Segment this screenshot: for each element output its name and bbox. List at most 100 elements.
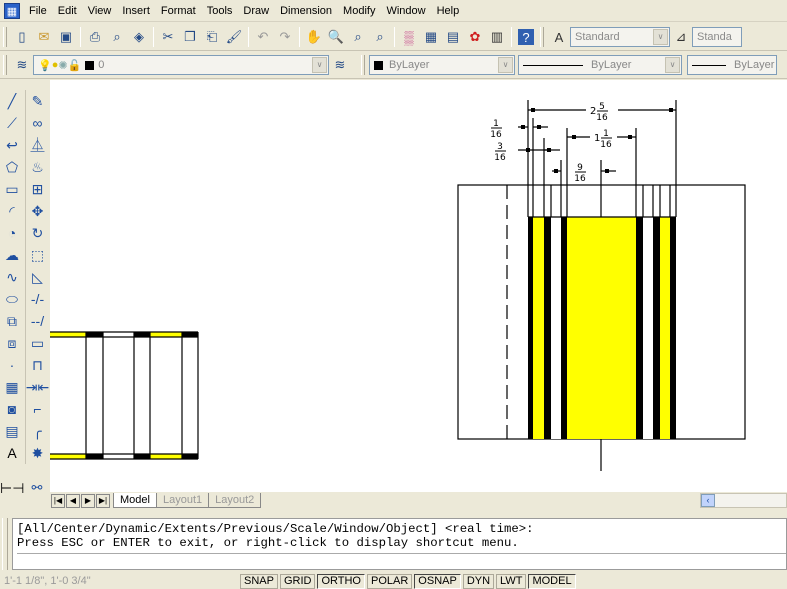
chevron-down-icon[interactable]: ∨ <box>665 57 680 73</box>
toolbar-grip[interactable] <box>361 55 365 75</box>
properties-icon[interactable]: ▒ <box>398 26 420 48</box>
command-grip[interactable] <box>2 518 8 570</box>
scroll-left-icon[interactable]: ‹ <box>701 494 715 507</box>
lock-icon[interactable]: 🔓 <box>68 59 82 72</box>
color-select[interactable]: ByLayer ∨ <box>369 55 515 75</box>
horizontal-scrollbar[interactable]: ‹ <box>700 493 787 508</box>
prev-tab-button[interactable]: ◀ <box>66 493 80 508</box>
menu-help[interactable]: Help <box>432 5 466 17</box>
move-icon[interactable]: ✥ <box>26 200 49 222</box>
quick-dimension-icon[interactable]: ⚯ <box>26 480 48 496</box>
chevron-down-icon[interactable]: ∨ <box>653 29 668 45</box>
markup-icon[interactable]: ✿ <box>464 26 486 48</box>
toolbar-grip[interactable] <box>3 27 7 47</box>
save-icon[interactable]: ▣ <box>55 26 77 48</box>
extend-icon[interactable]: --/ <box>26 310 49 332</box>
drawing-canvas[interactable]: 2 5 16 1 16 3 16 1 1 16 9 16 <box>50 80 787 492</box>
toolbar-grip[interactable] <box>540 27 544 47</box>
copy-icon[interactable]: ❐ <box>179 26 201 48</box>
publish-icon[interactable]: ◈ <box>128 26 150 48</box>
circle-icon[interactable]: ◔ <box>0 222 24 244</box>
break-at-point-icon[interactable]: ▭ <box>26 332 49 354</box>
tab-layout2[interactable]: Layout2 <box>208 493 262 508</box>
mirror-icon[interactable]: ⏅ <box>26 134 49 156</box>
toggle-polar[interactable]: POLAR <box>367 574 413 589</box>
make-object-layer-current-icon[interactable]: ≋ <box>329 54 351 76</box>
viewport-freeze-icon[interactable]: ✺ <box>58 59 67 72</box>
cut-icon[interactable]: ✂ <box>157 26 179 48</box>
last-tab-button[interactable]: ▶| <box>96 493 110 508</box>
arc-icon[interactable]: ◜ <box>0 200 24 222</box>
multiline-text-icon[interactable]: A <box>0 442 24 464</box>
polyline-icon[interactable]: ↩ <box>0 134 24 156</box>
tab-model[interactable]: Model <box>113 493 157 508</box>
menu-tools[interactable]: Tools <box>202 5 239 17</box>
menu-draw[interactable]: Draw <box>238 5 275 17</box>
first-tab-button[interactable]: |◀ <box>51 493 65 508</box>
trim-icon[interactable]: -/- <box>26 288 49 310</box>
rotate-icon[interactable]: ↻ <box>26 222 49 244</box>
toggle-lwt[interactable]: LWT <box>496 574 527 589</box>
zoom-realtime-icon[interactable]: 🔍 <box>325 26 347 48</box>
chamfer-icon[interactable]: ⌐ <box>26 398 49 420</box>
calculator-icon[interactable]: ▥ <box>486 26 508 48</box>
command-line[interactable]: [All/Center/Dynamic/Extents/Previous/Sca… <box>12 518 787 570</box>
polygon-icon[interactable]: ⬠ <box>0 156 24 178</box>
match-properties-icon[interactable]: 🖌 <box>223 26 245 48</box>
region-icon[interactable]: ◙ <box>0 398 24 420</box>
menu-file[interactable]: File <box>24 5 53 17</box>
toggle-osnap[interactable]: OSNAP <box>414 574 461 589</box>
chevron-down-icon[interactable]: ∨ <box>498 57 513 73</box>
chevron-down-icon[interactable]: ∨ <box>312 57 327 73</box>
spline-icon[interactable]: ∿ <box>0 266 24 288</box>
open-icon[interactable]: ✉ <box>33 26 55 48</box>
plot-preview-icon[interactable]: ⌕ <box>106 26 128 48</box>
hatch-icon[interactable]: ▦ <box>0 376 24 398</box>
line-icon[interactable]: ╱ <box>0 90 24 112</box>
menu-format[interactable]: Format <box>156 5 202 17</box>
new-icon[interactable]: ▯ <box>11 26 33 48</box>
zoom-previous-icon[interactable]: ⌕ <box>369 26 391 48</box>
explode-icon[interactable]: ✸ <box>26 442 49 464</box>
ellipse-icon[interactable]: ⬭ <box>0 288 24 310</box>
array-icon[interactable]: ⊞ <box>26 178 49 200</box>
tool-palettes-icon[interactable]: ▤ <box>442 26 464 48</box>
design-center-icon[interactable]: ▦ <box>420 26 442 48</box>
layer-manager-icon[interactable]: ≋ <box>11 54 33 76</box>
zoom-window-icon[interactable]: ⌕ <box>347 26 369 48</box>
insert-block-icon[interactable]: ⧉ <box>0 310 24 332</box>
text-style-select[interactable]: Standard ∨ <box>570 27 670 47</box>
help-icon[interactable]: ? <box>518 29 534 45</box>
toggle-model[interactable]: MODEL <box>528 574 576 589</box>
menu-view[interactable]: View <box>83 5 118 17</box>
linetype-select[interactable]: ByLayer ∨ <box>518 55 682 75</box>
rectangle-icon[interactable]: ▭ <box>0 178 24 200</box>
menu-modify[interactable]: Modify <box>338 5 381 17</box>
menu-insert[interactable]: Insert <box>117 5 156 17</box>
revision-cloud-icon[interactable]: ☁ <box>0 244 24 266</box>
linear-dimension-icon[interactable]: ⊢⊣ <box>0 480 24 497</box>
paste-icon[interactable]: ⎗ <box>201 26 223 48</box>
scale-icon[interactable]: ⬚ <box>26 244 49 266</box>
offset-icon[interactable]: ♨ <box>26 156 49 178</box>
undo-icon[interactable]: ↶ <box>252 26 274 48</box>
join-icon[interactable]: ⇥⇤ <box>26 376 49 398</box>
toggle-ortho[interactable]: ORTHO <box>317 574 365 589</box>
lightbulb-icon[interactable]: 💡 <box>38 59 52 72</box>
next-tab-button[interactable]: ▶ <box>81 493 95 508</box>
tab-layout1[interactable]: Layout1 <box>155 493 210 508</box>
redo-icon[interactable]: ↷ <box>274 26 296 48</box>
sun-icon[interactable]: ● <box>52 59 59 71</box>
app-logo-icon[interactable]: ▦ <box>4 2 20 19</box>
menu-edit[interactable]: Edit <box>53 5 83 17</box>
menu-dimension[interactable]: Dimension <box>275 5 338 17</box>
menu-window[interactable]: Window <box>381 5 431 17</box>
toggle-snap[interactable]: SNAP <box>240 574 278 589</box>
toggle-grid[interactable]: GRID <box>279 574 316 589</box>
lineweight-select[interactable]: ByLayer <box>687 55 777 75</box>
dim-style-select[interactable]: Standa <box>692 27 742 47</box>
erase-icon[interactable]: ✎ <box>26 90 49 112</box>
break-icon[interactable]: ⊓ <box>26 354 49 376</box>
stretch-icon[interactable]: ◺ <box>26 266 49 288</box>
table-icon[interactable]: ▤ <box>0 420 24 442</box>
